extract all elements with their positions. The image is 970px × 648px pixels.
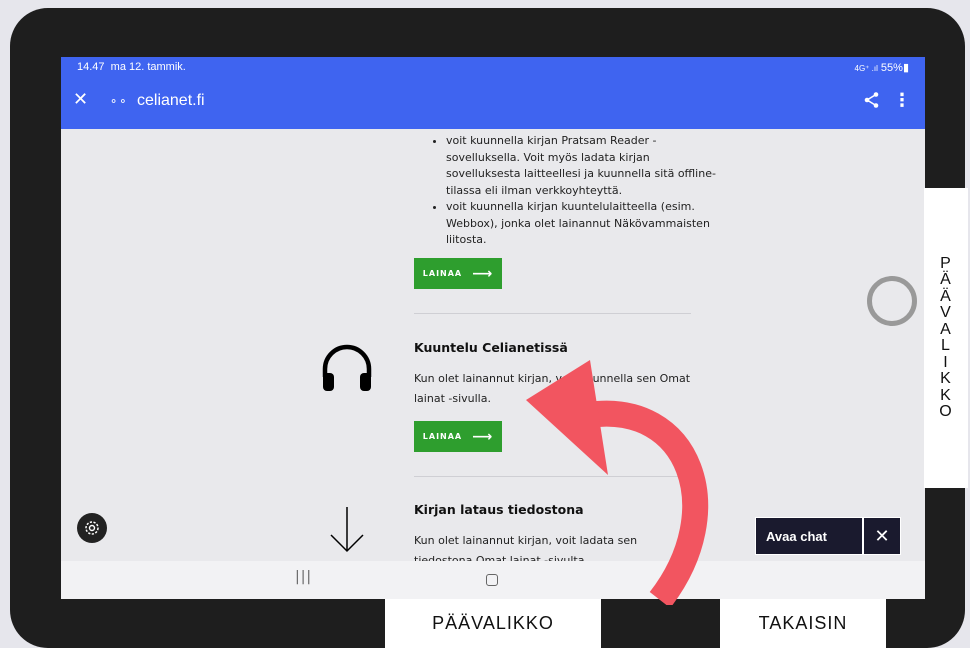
home-icon[interactable]: [486, 574, 498, 586]
label-takaisin: TAKAISIN: [720, 599, 886, 648]
site-settings-icon[interactable]: ⚬⚬: [109, 95, 127, 108]
accessibility-settings-button[interactable]: [77, 513, 107, 543]
signal-icon: 4G⁺ .ıl: [854, 64, 878, 73]
recent-apps-icon[interactable]: |||: [295, 569, 312, 585]
close-chat-button[interactable]: ✕: [864, 518, 900, 554]
side-label-paavalikko: P Ä Ä V A L I K K O: [924, 188, 968, 488]
share-icon[interactable]: [863, 91, 881, 114]
section-title-kuuntelu: Kuuntelu Celianetissä: [414, 340, 568, 355]
status-indicators: 4G⁺ .ıl 55%▮: [855, 61, 910, 74]
list-item: voit kuunnella kirjan Pratsam Reader -so…: [446, 133, 726, 199]
close-icon[interactable]: ✕: [73, 89, 88, 110]
url-field[interactable]: celianet.fi: [137, 92, 205, 110]
status-time: 14.47 ma 12. tammik.: [77, 61, 186, 73]
status-bar: 14.47 ma 12. tammik. 4G⁺ .ıl 55%▮: [61, 57, 925, 79]
lainaa-label: LAINAA: [422, 432, 463, 441]
arrow-down-icon: [327, 505, 367, 559]
curved-arrow-annotation: [520, 360, 710, 609]
battery-level: 55%: [880, 62, 903, 74]
more-vert-icon[interactable]: ⋮: [893, 90, 911, 111]
arrow-right-icon: ⟶: [472, 265, 494, 282]
headphones-icon: [319, 341, 375, 401]
lainaa-button[interactable]: LAINAA ⟶: [414, 421, 502, 452]
label-paavalikko: PÄÄVALIKKO: [385, 599, 601, 648]
page-content: voit kuunnella kirjan Pratsam Reader -so…: [61, 129, 925, 561]
divider: [414, 313, 691, 314]
lainaa-button[interactable]: LAINAA ⟶: [414, 258, 502, 289]
browser-toolbar: ✕ ⚬⚬ celianet.fi ⋮: [61, 79, 925, 129]
touch-indicator-circle: [867, 276, 917, 326]
battery-icon: ▮: [902, 62, 909, 74]
android-navigation-bar: ||| ‹: [61, 561, 925, 599]
bullet-list: voit kuunnella kirjan Pratsam Reader -so…: [414, 133, 726, 249]
open-chat-button[interactable]: Avaa chat: [756, 518, 862, 554]
arrow-right-icon: ⟶: [472, 428, 494, 445]
lainaa-label: LAINAA: [422, 269, 463, 278]
chat-widget: Avaa chat ✕: [755, 517, 901, 555]
list-item: voit kuunnella kirjan kuuntelulaitteella…: [446, 199, 726, 249]
gear-icon: [85, 521, 99, 535]
